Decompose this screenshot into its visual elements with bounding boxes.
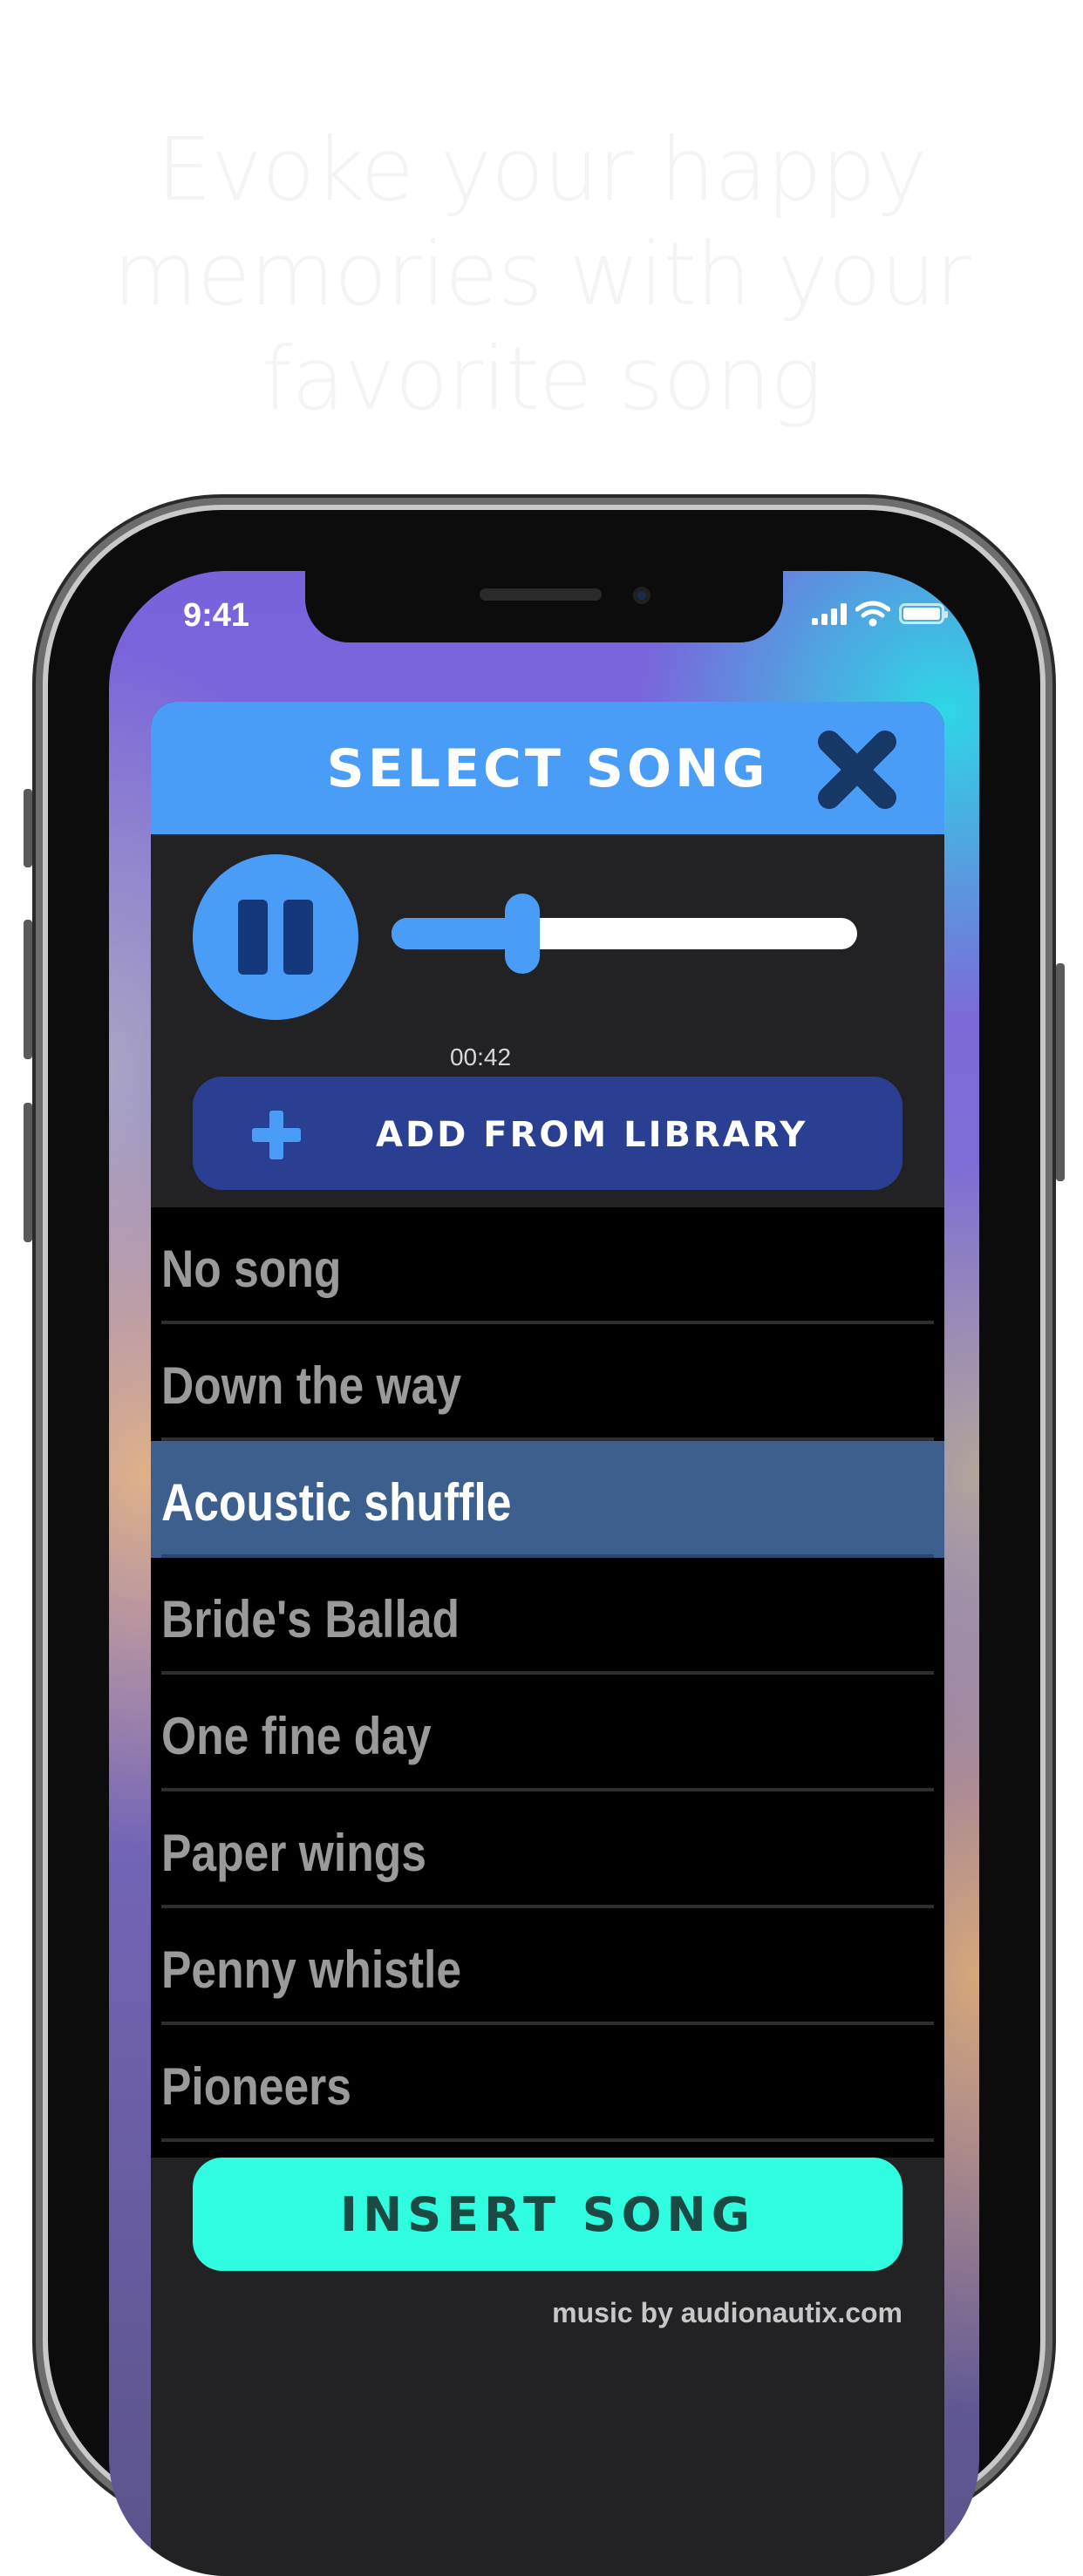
- speaker-grille: [480, 588, 602, 601]
- add-from-library-label: ADD FROM LIBRARY: [376, 1115, 808, 1155]
- song-list-item[interactable]: Penny whistle: [151, 1908, 944, 2025]
- close-button[interactable]: [814, 726, 901, 813]
- plus-icon: [252, 1111, 301, 1159]
- playback-progress-slider[interactable]: [392, 894, 857, 974]
- song-label: Pioneers: [161, 2057, 351, 2116]
- progress-slider-thumb[interactable]: [504, 894, 540, 974]
- wifi-icon: [855, 601, 890, 627]
- phone-power-button: [1056, 963, 1065, 1181]
- pause-icon: [238, 900, 268, 975]
- song-label: Bride's Ballad: [161, 1590, 460, 1648]
- song-label: One fine day: [161, 1707, 432, 1765]
- insert-song-button[interactable]: INSERT SONG: [193, 2158, 902, 2271]
- phone-volume-down-button: [24, 1103, 32, 1242]
- song-list: No song Down the way Acoustic shuffle Br…: [151, 1207, 944, 2158]
- phone-screen: 9:41 SELECT SONG 00:42 ADD FROM LIBRARY …: [109, 571, 979, 2576]
- close-x-icon: [818, 731, 896, 809]
- pause-button[interactable]: [193, 854, 358, 1020]
- phone-volume-up-button: [24, 920, 32, 1059]
- song-list-item[interactable]: Bride's Ballad: [151, 1558, 944, 1675]
- phone-frame: 9:41 SELECT SONG 00:42 ADD FROM LIBRARY …: [24, 510, 1065, 2576]
- phone-side-button: [24, 789, 32, 867]
- notch: [305, 571, 783, 642]
- song-list-item[interactable]: No song: [151, 1207, 944, 1324]
- song-list-item[interactable]: Pioneers: [151, 2025, 944, 2142]
- pause-icon: [283, 900, 313, 975]
- song-label: Acoustic shuffle: [161, 1473, 512, 1532]
- song-list-item[interactable]: Paper wings: [151, 1791, 944, 1908]
- playback-time: 00:42: [449, 1043, 512, 1071]
- insert-song-label: INSERT SONG: [339, 2187, 756, 2242]
- song-list-item[interactable]: One fine day: [151, 1675, 944, 1791]
- song-list-item[interactable]: Acoustic shuffle: [151, 1441, 944, 1558]
- add-from-library-button[interactable]: ADD FROM LIBRARY: [193, 1077, 902, 1190]
- song-label: Down the way: [161, 1356, 462, 1415]
- status-icons: [812, 599, 948, 629]
- progress-fill: [392, 918, 522, 949]
- song-label: Paper wings: [161, 1824, 426, 1882]
- battery-icon: [899, 603, 948, 624]
- song-label: Penny whistle: [161, 1940, 462, 1999]
- select-song-dialog: SELECT SONG 00:42 ADD FROM LIBRARY No so…: [151, 702, 944, 2576]
- marketing-headline: Evoke your happy memories with your favo…: [112, 119, 971, 430]
- front-camera: [633, 587, 650, 604]
- dialog-header: SELECT SONG: [151, 702, 944, 834]
- song-label: No song: [161, 1240, 342, 1298]
- song-list-item[interactable]: Down the way: [151, 1324, 944, 1441]
- status-time: 9:41: [183, 597, 250, 634]
- cellular-signal-icon: [812, 602, 847, 625]
- music-credit: music by audionautix.com: [552, 2297, 902, 2328]
